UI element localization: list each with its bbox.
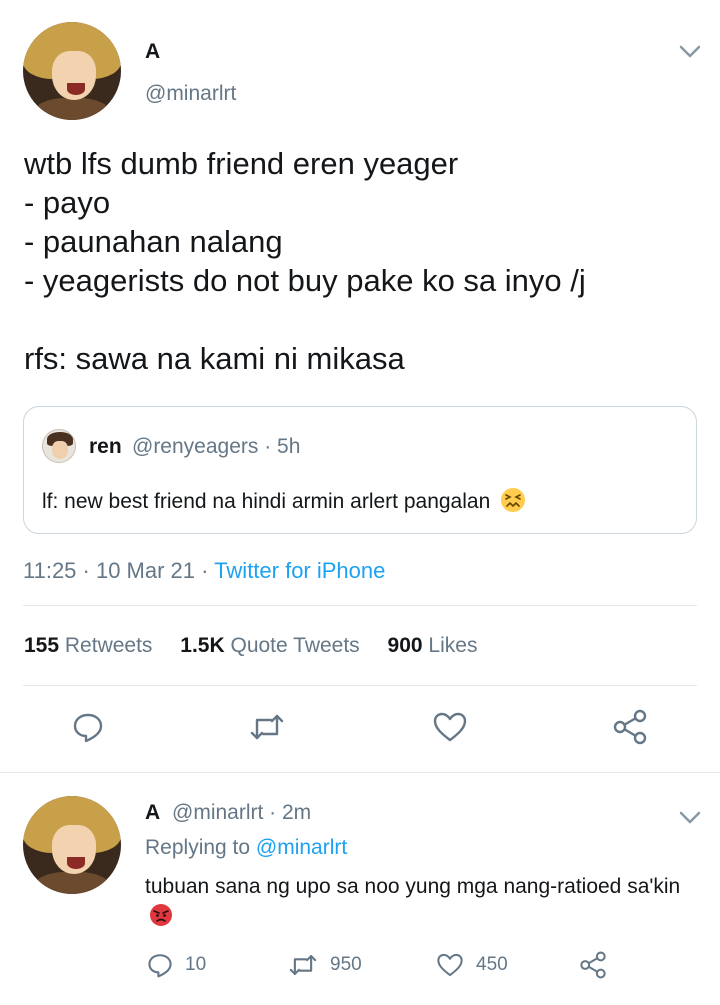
angry-face-icon bbox=[149, 903, 173, 927]
reply-author-handle[interactable]: @minarlrt · 2m bbox=[172, 801, 311, 824]
reply-text-row: tubuan sana ng upo sa noo yung mga nang-… bbox=[145, 872, 705, 930]
replying-to-handle[interactable]: @minarlrt bbox=[256, 836, 347, 859]
tweet-text: wtb lfs dumb friend eren yeager - payo -… bbox=[24, 146, 586, 376]
quoted-avatar-face bbox=[52, 441, 68, 459]
avatar-mouth bbox=[67, 856, 85, 869]
quoted-author-avatar bbox=[42, 429, 76, 463]
tweet-stats: 155 Retweets 1.5K Quote Tweets 900 Likes bbox=[24, 634, 499, 658]
reply-share-button[interactable] bbox=[579, 951, 619, 979]
share-button[interactable] bbox=[610, 707, 650, 747]
likes-count[interactable]: 900 bbox=[388, 634, 423, 657]
reply-retweet-button[interactable]: 950 bbox=[288, 951, 362, 979]
share-icon bbox=[613, 709, 647, 745]
reply-reply-button[interactable]: 10 bbox=[147, 951, 206, 979]
quoted-tweet-text-row: lf: new best friend na hindi armin arler… bbox=[42, 487, 526, 514]
quoted-author-name: ren bbox=[89, 435, 122, 458]
divider bbox=[23, 685, 697, 686]
chevron-down-icon[interactable] bbox=[678, 810, 702, 826]
retweet-button[interactable] bbox=[247, 707, 287, 747]
reply-like-count: 450 bbox=[476, 954, 508, 975]
retweets-count[interactable]: 155 bbox=[24, 634, 59, 657]
quoted-tweet-text: lf: new best friend na hindi armin arler… bbox=[42, 490, 491, 513]
reply-author-name[interactable]: A bbox=[145, 801, 160, 824]
reply-header: A @minarlrt · 2m bbox=[145, 801, 311, 825]
reply-icon bbox=[148, 954, 172, 978]
avatar-mouth bbox=[67, 82, 85, 95]
retweets-label[interactable]: Retweets bbox=[65, 634, 153, 657]
reply-retweet-count: 950 bbox=[330, 954, 362, 975]
avatar-coat bbox=[32, 98, 112, 120]
section-divider bbox=[0, 772, 720, 773]
like-icon bbox=[433, 712, 467, 742]
like-icon bbox=[437, 953, 463, 977]
quote-tweets-count[interactable]: 1.5K bbox=[180, 634, 224, 657]
divider bbox=[23, 605, 697, 606]
confounded-face-icon bbox=[500, 487, 526, 513]
tweet-timestamp: 11:25 · 10 Mar 21 · Twitter for iPhone bbox=[23, 558, 385, 584]
reply-text: tubuan sana ng upo sa noo yung mga nang-… bbox=[145, 875, 681, 898]
like-button[interactable] bbox=[430, 707, 470, 747]
author-name[interactable]: A bbox=[145, 40, 160, 64]
author-avatar[interactable] bbox=[23, 22, 121, 120]
tweet-client-link[interactable]: Twitter for iPhone bbox=[214, 558, 385, 583]
share-icon bbox=[580, 951, 606, 979]
chevron-down-icon[interactable] bbox=[678, 44, 702, 60]
reply-like-button[interactable]: 450 bbox=[436, 951, 508, 979]
quote-tweets-label[interactable]: Quote Tweets bbox=[230, 634, 359, 657]
quoted-tweet-card[interactable]: ren @renyeagers · 5h lf: new best friend… bbox=[23, 406, 697, 534]
quoted-author-handle: @renyeagers · 5h bbox=[132, 435, 301, 458]
reply-reply-count: 10 bbox=[185, 954, 207, 975]
likes-label[interactable]: Likes bbox=[428, 634, 477, 657]
author-handle[interactable]: @minarlrt bbox=[145, 82, 236, 106]
reply-icon bbox=[73, 713, 103, 743]
avatar-coat bbox=[32, 872, 112, 894]
reply-author-avatar[interactable] bbox=[23, 796, 121, 894]
tweet-time: 11:25 · 10 Mar 21 · bbox=[23, 558, 215, 583]
replying-to-line: Replying to @minarlrt bbox=[145, 836, 347, 860]
retweet-icon bbox=[250, 714, 284, 740]
retweet-icon bbox=[289, 955, 317, 975]
reply-button[interactable] bbox=[68, 707, 108, 747]
replying-to-label: Replying to bbox=[145, 836, 251, 859]
